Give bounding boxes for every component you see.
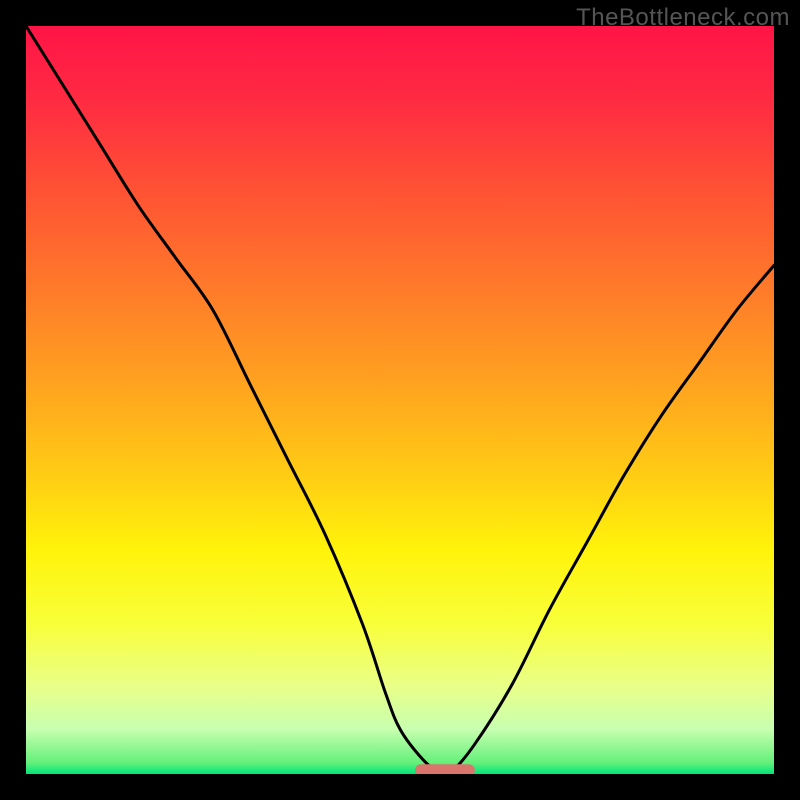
plot-area <box>26 26 774 774</box>
optimum-marker <box>415 764 475 774</box>
watermark-text: TheBottleneck.com <box>576 4 790 32</box>
gradient-background <box>26 26 774 774</box>
chart-svg <box>26 26 774 774</box>
chart-frame: TheBottleneck.com <box>0 0 800 800</box>
